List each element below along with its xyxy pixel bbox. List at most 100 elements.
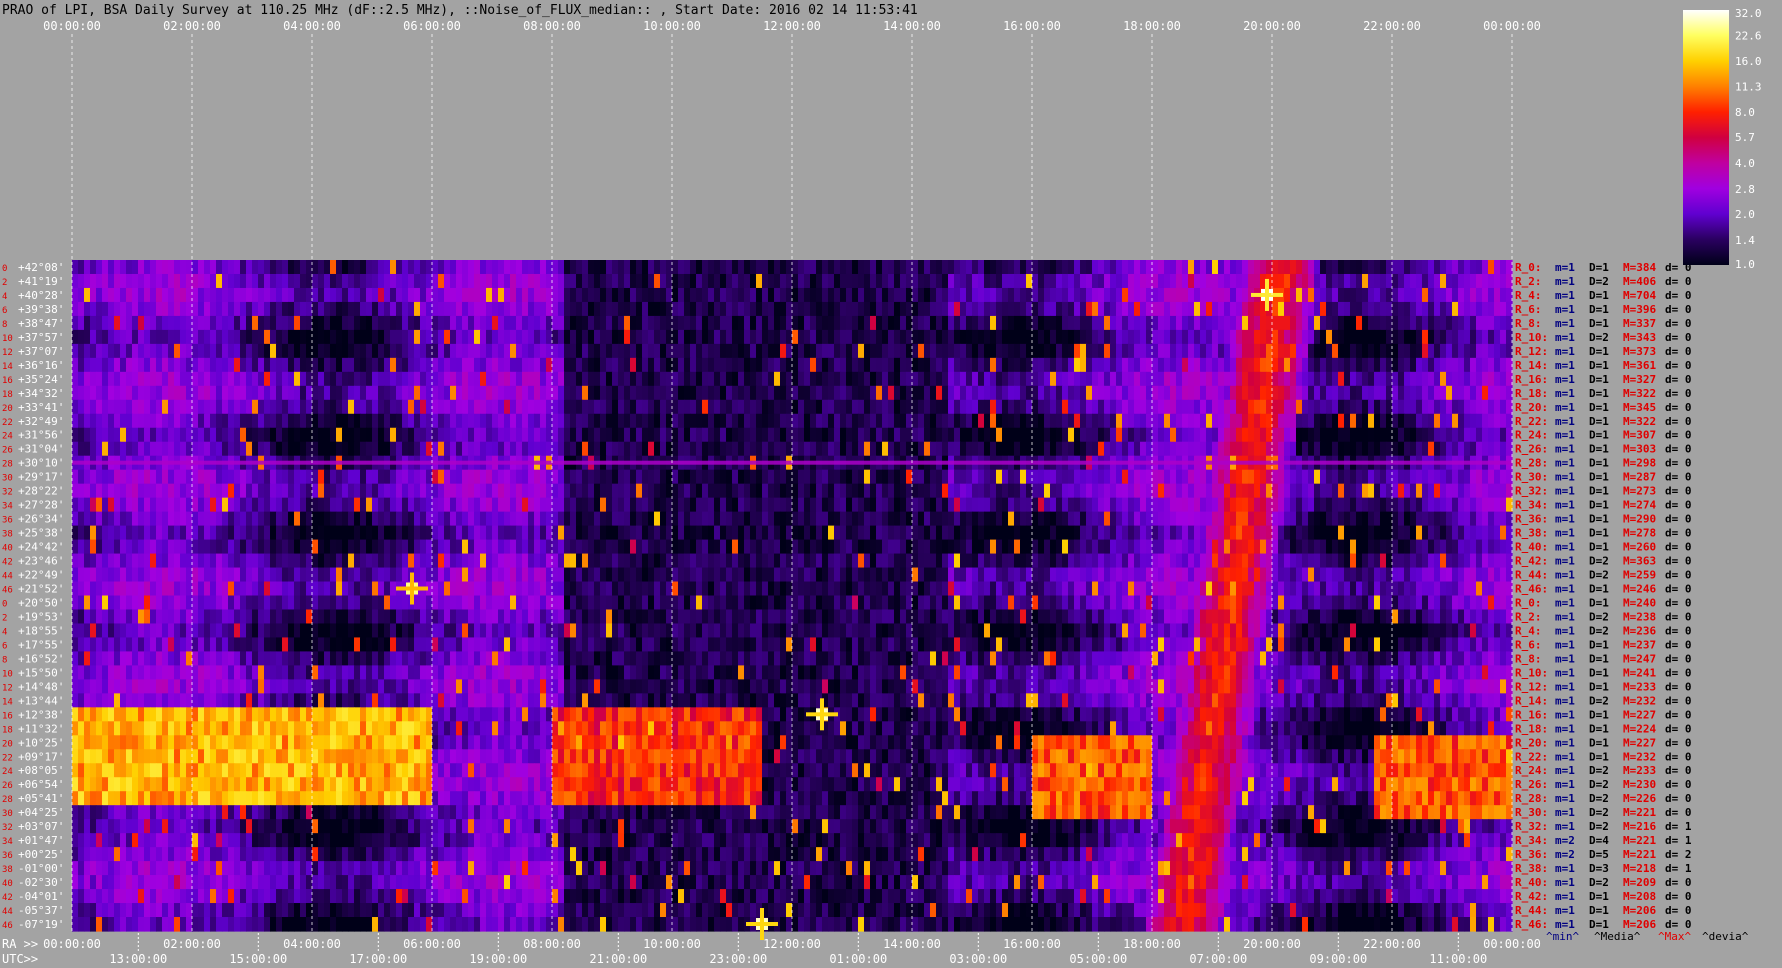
heatmap-cell xyxy=(834,441,841,457)
heatmap-cell xyxy=(1494,427,1501,443)
heatmap-cell xyxy=(1272,497,1279,513)
heatmap-cell xyxy=(168,329,175,345)
heatmap-cell xyxy=(966,441,973,457)
heatmap-cell xyxy=(828,357,835,373)
heatmap-cell xyxy=(240,413,247,429)
heatmap-cell xyxy=(588,511,595,527)
heatmap-cell xyxy=(402,329,409,345)
spectrogram-figure: PRAO of LPI, BSA Daily Survey at 110.25 … xyxy=(2,3,1762,966)
heatmap-cell xyxy=(924,469,931,485)
heatmap-cell xyxy=(840,441,847,457)
heatmap-cell xyxy=(1476,399,1483,415)
heatmap-cell xyxy=(246,525,253,541)
heatmap-cell xyxy=(750,357,757,373)
heatmap-cell xyxy=(936,301,943,317)
heatmap-cell xyxy=(138,273,145,289)
heatmap-cell xyxy=(684,525,691,541)
heatmap-cell xyxy=(330,497,337,513)
heatmap-cell xyxy=(330,371,337,387)
heatmap-cell xyxy=(1446,385,1453,401)
heatmap-cell xyxy=(558,315,565,331)
heatmap-cell xyxy=(318,301,325,317)
heatmap-cell xyxy=(888,273,895,289)
heatmap-cell xyxy=(312,287,319,303)
heatmap-cell xyxy=(312,525,319,541)
heatmap-cell xyxy=(330,539,337,555)
heatmap-cell xyxy=(1068,413,1075,429)
heatmap-cell xyxy=(720,525,727,541)
heatmap-cell xyxy=(162,343,169,359)
heatmap-cell xyxy=(1080,469,1087,485)
heatmap-cell xyxy=(186,511,193,527)
heatmap-cell xyxy=(1422,497,1429,513)
heatmap-cell xyxy=(486,413,493,429)
heatmap-cell xyxy=(330,329,337,345)
heatmap-cell xyxy=(486,469,493,485)
heatmap-cell xyxy=(1416,525,1423,541)
heatmap-cell xyxy=(900,357,907,373)
heatmap-cell xyxy=(882,483,889,499)
heatmap-cell xyxy=(1266,469,1273,485)
heatmap-cell xyxy=(1104,371,1111,387)
heatmap-cell xyxy=(732,273,739,289)
heatmap-cell xyxy=(708,385,715,401)
heatmap-cell xyxy=(234,371,241,387)
heatmap-cell xyxy=(1122,399,1129,415)
heatmap-cell xyxy=(1308,525,1315,541)
heatmap-cell xyxy=(1134,441,1141,457)
heatmap-cell xyxy=(480,483,487,499)
heatmap-cell xyxy=(1074,427,1081,443)
heatmap-cell xyxy=(1218,343,1225,359)
heatmap-cell xyxy=(1452,469,1459,485)
heatmap-cell xyxy=(438,273,445,289)
heatmap-cell xyxy=(756,343,763,359)
heatmap-cell xyxy=(924,329,931,345)
heatmap-cell xyxy=(1164,260,1171,275)
heatmap-cell xyxy=(1392,469,1399,485)
heatmap-cell xyxy=(372,357,379,373)
heatmap-cell xyxy=(1074,539,1081,555)
heatmap-cell xyxy=(1272,469,1279,485)
heatmap-cell xyxy=(516,399,523,415)
heatmap-cell xyxy=(816,315,823,331)
heatmap-cell xyxy=(318,315,325,331)
heatmap-cell xyxy=(996,399,1003,415)
heatmap-cell xyxy=(1488,427,1495,443)
heatmap-cell xyxy=(822,301,829,317)
heatmap-cell xyxy=(378,413,385,429)
heatmap-cell xyxy=(732,427,739,443)
heatmap-cell xyxy=(702,511,709,527)
heatmap-cell xyxy=(420,525,427,541)
heatmap-cell xyxy=(1008,329,1015,345)
heatmap-cell xyxy=(1368,483,1375,499)
heatmap-cell xyxy=(120,273,127,289)
heatmap-cell xyxy=(618,427,625,443)
heatmap-cell xyxy=(774,399,781,415)
heatmap-cell xyxy=(1074,413,1081,429)
heatmap-cell xyxy=(642,343,649,359)
heatmap-cell xyxy=(168,273,175,289)
heatmap-cell xyxy=(1062,511,1069,527)
heatmap-cell xyxy=(342,273,349,289)
heatmap-cell xyxy=(570,301,577,317)
heatmap-cell xyxy=(1134,399,1141,415)
heatmap-cell xyxy=(960,343,967,359)
heatmap-cell xyxy=(126,385,133,401)
heatmap-cell xyxy=(378,371,385,387)
heatmap-cell xyxy=(1260,343,1267,359)
heatmap-cell xyxy=(174,357,181,373)
heatmap-cell xyxy=(972,343,979,359)
heatmap-cell xyxy=(1086,260,1093,275)
heatmap-cell xyxy=(900,343,907,359)
heatmap-cell xyxy=(1500,329,1507,345)
heatmap-cell xyxy=(570,497,577,513)
heatmap-cell xyxy=(768,441,775,457)
heatmap-cell xyxy=(1302,343,1309,359)
heatmap-cell xyxy=(1140,497,1147,513)
heatmap-cell xyxy=(1134,497,1141,513)
heatmap-cell xyxy=(1194,260,1201,275)
heatmap-cell xyxy=(282,511,289,527)
heatmap-cell xyxy=(750,469,757,485)
heatmap-cell xyxy=(156,399,163,415)
heatmap-cell xyxy=(1080,357,1087,373)
